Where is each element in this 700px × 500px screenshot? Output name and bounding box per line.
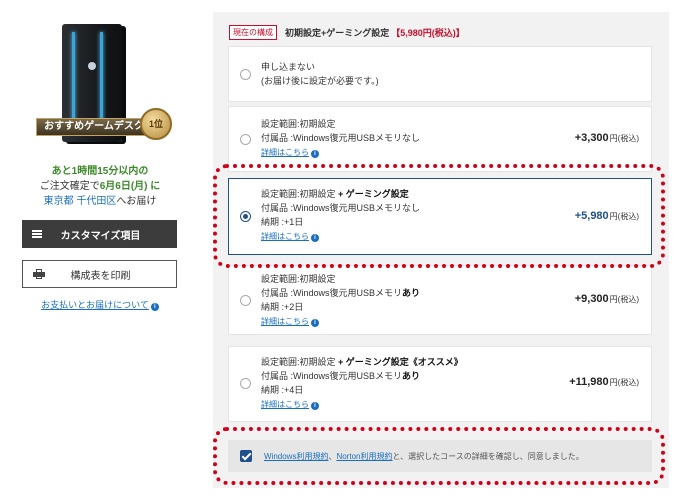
radio-option-initial-usb[interactable]	[240, 295, 251, 306]
details-link[interactable]: 詳細はこちら	[261, 400, 309, 409]
details-link[interactable]: 詳細はこちら	[261, 148, 309, 157]
details-link[interactable]: 詳細はこちら	[261, 317, 309, 326]
option-none-note: (お届け後に設定が必要です。)	[261, 76, 379, 86]
details-link[interactable]: 詳細はこちら	[261, 232, 309, 241]
brand-logo	[88, 62, 96, 70]
list-icon	[32, 230, 42, 238]
radio-option-initial[interactable]	[240, 134, 251, 145]
windows-terms-link[interactable]: Windows利用規約	[264, 452, 328, 461]
award-banner: おすすめゲームデスク	[36, 118, 152, 136]
info-icon: i	[311, 319, 319, 327]
delivery-countdown: あと1時間15分以内の	[51, 166, 149, 177]
radio-option-none[interactable]	[240, 69, 251, 80]
info-icon: i	[150, 303, 159, 311]
option-initial-gaming[interactable]: 設定範囲:初期設定 + ゲーミング設定 付属品 :Windows復元用USBメモ…	[228, 178, 652, 255]
option-none-title: 申し込まない	[261, 62, 316, 72]
printer-icon	[33, 269, 45, 279]
print-config-label: 構成表を印刷	[70, 270, 131, 282]
delivery-estimate: あと1時間15分以内の ご注文確定で6月6日(月) に 東京都 千代田区へお届け	[39, 166, 161, 207]
current-config-name: 初期設定+ゲーミング設定	[285, 27, 390, 38]
current-config-row: 現在の構成 初期設定+ゲーミング設定 【5,980円(税込)】	[229, 24, 465, 40]
option-price: +5,980円(税込)	[574, 210, 639, 222]
radio-option-recommended[interactable]	[240, 378, 251, 389]
agreement-checkbox[interactable]	[240, 450, 252, 462]
delivery-location-link[interactable]: 東京都 千代田区	[44, 196, 117, 207]
current-config-badge: 現在の構成	[229, 24, 277, 40]
award-medal: 1位	[140, 108, 172, 140]
option-price: +9,300円(税込)	[574, 293, 639, 305]
agreement-text: と、選択したコースの詳細を確認し、同意しました。	[392, 451, 584, 461]
info-icon: i	[311, 402, 319, 410]
option-price: +3,300円(税込)	[574, 132, 639, 144]
product-image: おすすめゲームデスク 1位	[36, 22, 176, 150]
payment-delivery-link[interactable]: お支払いとお届けについて i	[22, 298, 178, 311]
info-icon: i	[311, 234, 319, 242]
option-recommended[interactable]: 設定範囲:初期設定 + ゲーミング設定《オススメ》 付属品 :Windows復元…	[228, 346, 652, 422]
agreement-row[interactable]: Windows利用規約、Norton利用規約と、選択したコースの詳細を確認し、同…	[228, 440, 652, 472]
delivery-date: 6月6日(月)	[99, 181, 148, 192]
option-initial[interactable]: 設定範囲:初期設定 付属品 :Windows復元用USBメモリなし 詳細はこちら…	[228, 106, 652, 172]
customize-items-button[interactable]: カスタマイズ項目	[22, 220, 177, 248]
option-none[interactable]: 申し込まない (お届け後に設定が必要です。)	[228, 46, 652, 102]
radio-option-initial-gaming[interactable]	[240, 211, 251, 222]
print-config-button[interactable]: 構成表を印刷	[22, 260, 177, 288]
option-initial-usb[interactable]: 設定範囲:初期設定 付属品 :Windows復元用USBメモリあり 納期 :+2…	[228, 265, 652, 335]
current-config-price: 【5,980円(税込)】	[391, 27, 465, 38]
info-icon: i	[311, 150, 319, 158]
option-price: +11,980円(税込)	[569, 376, 639, 388]
customize-items-label: カスタマイズ項目	[60, 230, 141, 242]
norton-terms-link[interactable]: Norton利用規約	[336, 452, 392, 461]
